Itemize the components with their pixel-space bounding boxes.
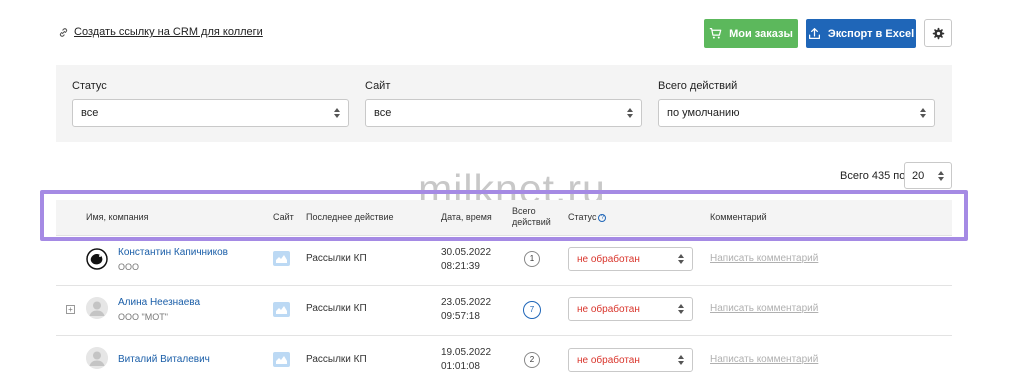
highlight-frame: [40, 190, 968, 241]
status-filter: Статус все: [72, 80, 349, 127]
select-arrows-icon: [920, 108, 926, 118]
cart-icon: [709, 28, 722, 39]
action-date-day: 19.05.2022: [441, 347, 492, 358]
select-arrows-icon: [678, 254, 684, 264]
action-date-time: 09:57:18: [441, 311, 480, 322]
write-comment-link[interactable]: Написать комментарий: [710, 303, 818, 314]
company-logo-icon: [86, 248, 108, 270]
write-comment-link[interactable]: Написать комментарий: [710, 253, 818, 264]
row-status-value: не обработан: [577, 303, 640, 315]
site-icon: [273, 251, 290, 266]
contact-name[interactable]: Виталий Виталевич: [118, 354, 210, 365]
action-date-day: 30.05.2022: [441, 247, 492, 258]
site-filter-select[interactable]: все: [365, 99, 642, 127]
per-page-value: 20: [912, 169, 925, 182]
actions-count-badge[interactable]: 1: [524, 251, 540, 267]
site-filter-label: Сайт: [365, 80, 391, 92]
select-arrows-icon: [334, 108, 340, 118]
action-date: 23.05.2022 09:57:18: [441, 296, 491, 324]
action-date: 30.05.2022 08:21:39: [441, 246, 491, 274]
row-status-select[interactable]: не обработан: [568, 247, 693, 271]
filter-panel: Статус все Сайт все Всего действий по ум…: [56, 65, 952, 142]
my-orders-button[interactable]: Мои заказы: [704, 19, 798, 48]
total-count: Всего 435 по: [840, 170, 906, 182]
table-row: Константин Капичников ООО Рассылки КП 30…: [56, 236, 952, 286]
expand-icon[interactable]: +: [66, 305, 75, 314]
crm-share-link[interactable]: Создать ссылку на CRM для коллеги: [58, 26, 263, 38]
user-placeholder-icon: [86, 297, 108, 319]
contact-name[interactable]: Алина Неезнаева: [118, 297, 200, 308]
last-action: Рассылки КП: [306, 253, 367, 264]
action-date-time: 08:21:39: [441, 261, 480, 272]
upload-icon: [808, 28, 820, 39]
row-status-select[interactable]: не обработан: [568, 348, 693, 372]
table-row: Виталий Виталевич Рассылки КП 19.05.2022…: [56, 336, 952, 382]
action-date: 19.05.2022 01:01:08: [441, 346, 491, 374]
row-status-select[interactable]: не обработан: [568, 297, 693, 321]
table-row: + Алина Неезнаева ООО "МОТ" Рассылки КП …: [56, 286, 952, 336]
select-arrows-icon: [678, 355, 684, 365]
last-action: Рассылки КП: [306, 303, 367, 314]
contact-company: ООО: [118, 262, 140, 272]
avatar: [86, 297, 108, 319]
select-arrows-icon: [938, 170, 944, 181]
avatar: [86, 347, 108, 369]
site-icon: [273, 352, 290, 367]
row-status-value: не обработан: [577, 253, 640, 265]
per-page-select[interactable]: 20: [904, 162, 952, 189]
export-excel-button[interactable]: Экспорт в Excel: [806, 19, 916, 48]
gear-icon: [932, 27, 944, 39]
site-filter: Сайт все: [365, 80, 642, 127]
contact-name[interactable]: Константин Капичников: [118, 247, 228, 258]
crm-share-link-label: Создать ссылку на CRM для коллеги: [74, 26, 263, 38]
actions-count-badge[interactable]: 2: [524, 352, 540, 368]
actions-count-badge[interactable]: 7: [523, 301, 541, 319]
select-arrows-icon: [627, 108, 633, 118]
action-date-day: 23.05.2022: [441, 297, 492, 308]
status-filter-label: Статус: [72, 80, 107, 92]
site-filter-value: все: [374, 107, 392, 119]
actions-filter-select[interactable]: по умолчанию: [658, 99, 935, 127]
status-filter-select[interactable]: все: [72, 99, 349, 127]
select-arrows-icon: [678, 304, 684, 314]
actions-filter: Всего действий по умолчанию: [658, 80, 935, 127]
last-action: Рассылки КП: [306, 354, 367, 365]
actions-filter-value: по умолчанию: [667, 107, 740, 119]
site-icon: [273, 302, 290, 317]
contact-company: ООО "МОТ": [118, 312, 168, 322]
status-filter-value: все: [81, 107, 99, 119]
user-placeholder-icon: [86, 347, 108, 369]
write-comment-link[interactable]: Написать комментарий: [710, 354, 818, 365]
export-excel-label: Экспорт в Excel: [827, 27, 915, 40]
my-orders-label: Мои заказы: [729, 27, 793, 40]
action-date-time: 01:01:08: [441, 361, 480, 372]
actions-filter-label: Всего действий: [658, 80, 738, 92]
settings-button[interactable]: [924, 19, 952, 47]
link-icon: [59, 27, 68, 37]
avatar: [86, 248, 108, 270]
row-status-value: не обработан: [577, 354, 640, 366]
